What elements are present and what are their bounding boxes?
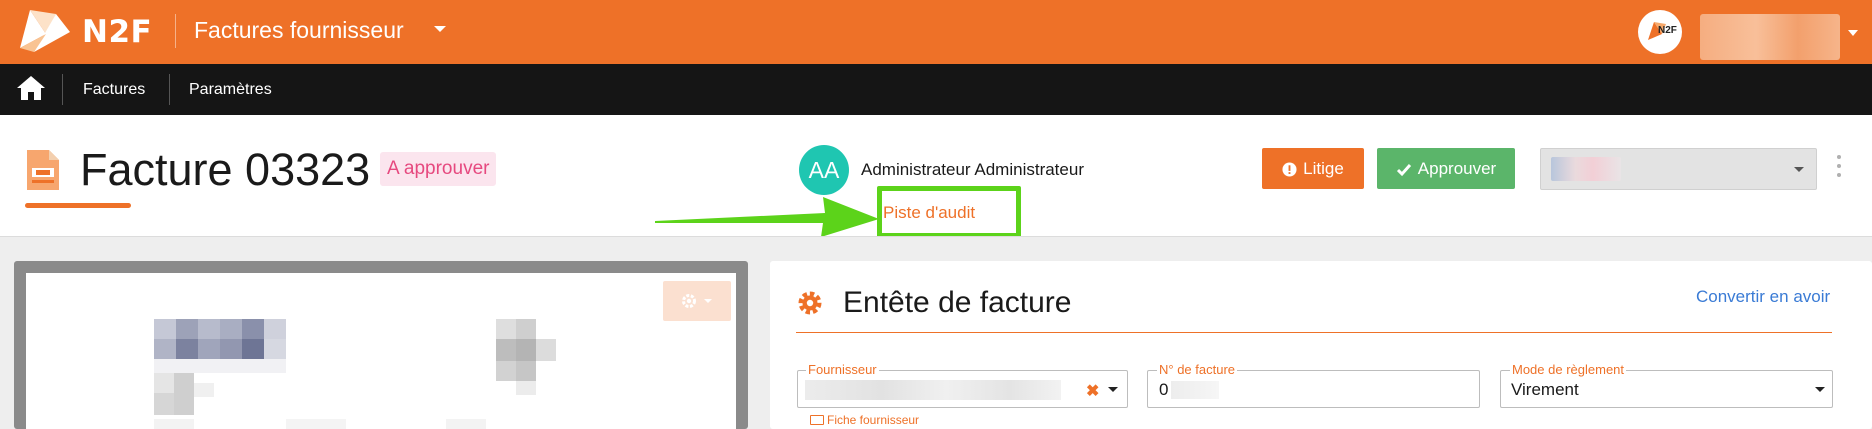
close-icon[interactable]: ✖ [1086,381,1099,401]
page-title: Facture 03323 [80,144,371,195]
supplier-value-redacted [805,380,1061,400]
more-options-icon[interactable] [1837,155,1841,181]
chevron-down-icon [1815,387,1825,392]
preview-settings-button[interactable] [663,281,731,321]
dispute-button[interactable]: Litige [1262,148,1364,189]
document-preview[interactable] [14,261,748,429]
gear-icon [798,291,822,315]
chevron-down-icon[interactable] [1848,30,1858,36]
nav-separator [169,74,170,105]
chevron-down-icon [704,299,712,303]
supplier-label: Fournisseur [806,362,879,377]
home-icon[interactable] [16,74,46,102]
chevron-down-icon[interactable] [434,26,446,32]
exclamation-circle-icon [1282,162,1297,177]
top-divider [175,14,176,48]
payment-mode-value: Virement [1511,380,1579,399]
approver-name: Administrateur Administrateur [861,160,1084,179]
convert-to-credit-note-link[interactable]: Convertir en avoir [1696,287,1830,307]
app-title[interactable]: Factures fournisseur [194,17,404,44]
dispute-button-label: Litige [1303,159,1344,178]
nav-item-factures[interactable]: Factures [83,81,145,99]
workflow-select[interactable] [1540,148,1817,190]
top-app-bar: N2F Factures fournisseur N2F [0,0,1872,64]
id-card-icon [810,415,824,425]
supplier-sheet-link[interactable]: Fiche fournisseur [810,413,919,427]
document-icon [27,150,59,190]
section-divider [796,332,1832,333]
supplier-sheet-label: Fiche fournisseur [827,413,920,427]
nav-item-parametres[interactable]: Paramètres [189,81,272,99]
main-nav: Factures Paramètres [0,64,1872,115]
approve-button-label: Approuver [1417,159,1497,178]
approve-button[interactable]: Approuver [1377,148,1515,189]
user-name-redacted[interactable] [1700,14,1840,60]
invoice-number-label: N° de facture [1157,362,1238,377]
nav-separator [62,74,63,105]
select-value-redacted [1551,157,1621,181]
document-preview-page [26,273,736,429]
invoice-number-value: 0 [1159,380,1169,399]
invoice-number-redacted [1171,381,1219,399]
brand-name[interactable]: N2F [82,14,152,50]
section-title: Entête de facture [843,286,1072,319]
gear-icon [682,294,696,308]
approver-avatar: AA [799,145,849,195]
avatar-text: N2F [1658,25,1677,36]
n2f-logo-icon[interactable] [16,4,74,56]
check-icon [1396,163,1411,176]
chevron-down-icon[interactable] [1108,387,1118,392]
payment-mode-label: Mode de règlement [1510,362,1627,377]
chevron-down-icon [1794,167,1804,172]
status-badge: A approuver [380,152,497,186]
title-underline [25,203,131,208]
user-avatar-menu[interactable]: N2F [1638,10,1682,54]
audit-trail-link[interactable]: Piste d'audit [883,203,975,223]
